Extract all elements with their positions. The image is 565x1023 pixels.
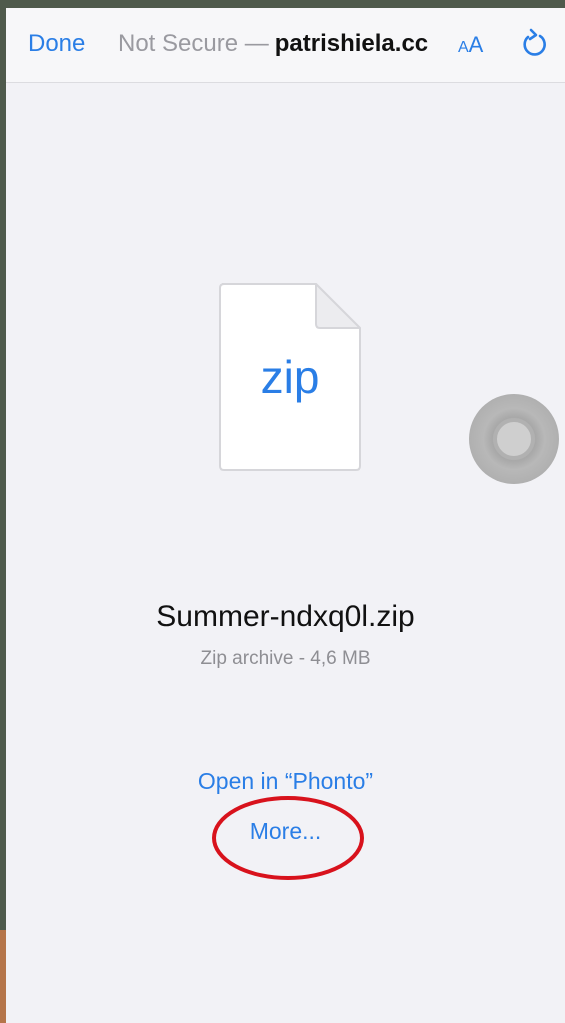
file-meta: Zip archive - 4,6 MB: [200, 648, 371, 669]
text-size-small-glyph: A: [458, 39, 469, 56]
open-in-app-button[interactable]: Open in “Phonto”: [6, 768, 565, 795]
device-frame: Done Not Secure —patrishiela.cc AA zip: [0, 0, 565, 1023]
file-extension-label: zip: [260, 351, 320, 403]
reload-button[interactable]: [518, 26, 550, 62]
text-size-large-glyph: A: [468, 32, 484, 57]
done-button[interactable]: Done: [28, 30, 85, 58]
reload-icon: [523, 28, 546, 56]
text-size-button[interactable]: AA: [458, 32, 483, 58]
highlight-circle-annotation: [212, 796, 364, 880]
quicklook-screen: Done Not Secure —patrishiela.cc AA zip: [6, 8, 565, 1023]
file-document-icon: zip: [216, 280, 364, 472]
address-bar[interactable]: Not Secure — patrishiela.cc: [118, 30, 450, 62]
file-name: Summer-ndxq0l.zip: [156, 600, 415, 633]
assistive-touch-icon: [493, 418, 535, 460]
security-status: Not Secure —: [118, 30, 269, 57]
browser-toolbar: Done Not Secure — patrishiela.cc AA: [6, 8, 565, 83]
url-domain: patrishiela.cc: [274, 30, 429, 57]
assistive-touch-button[interactable]: [469, 394, 559, 484]
